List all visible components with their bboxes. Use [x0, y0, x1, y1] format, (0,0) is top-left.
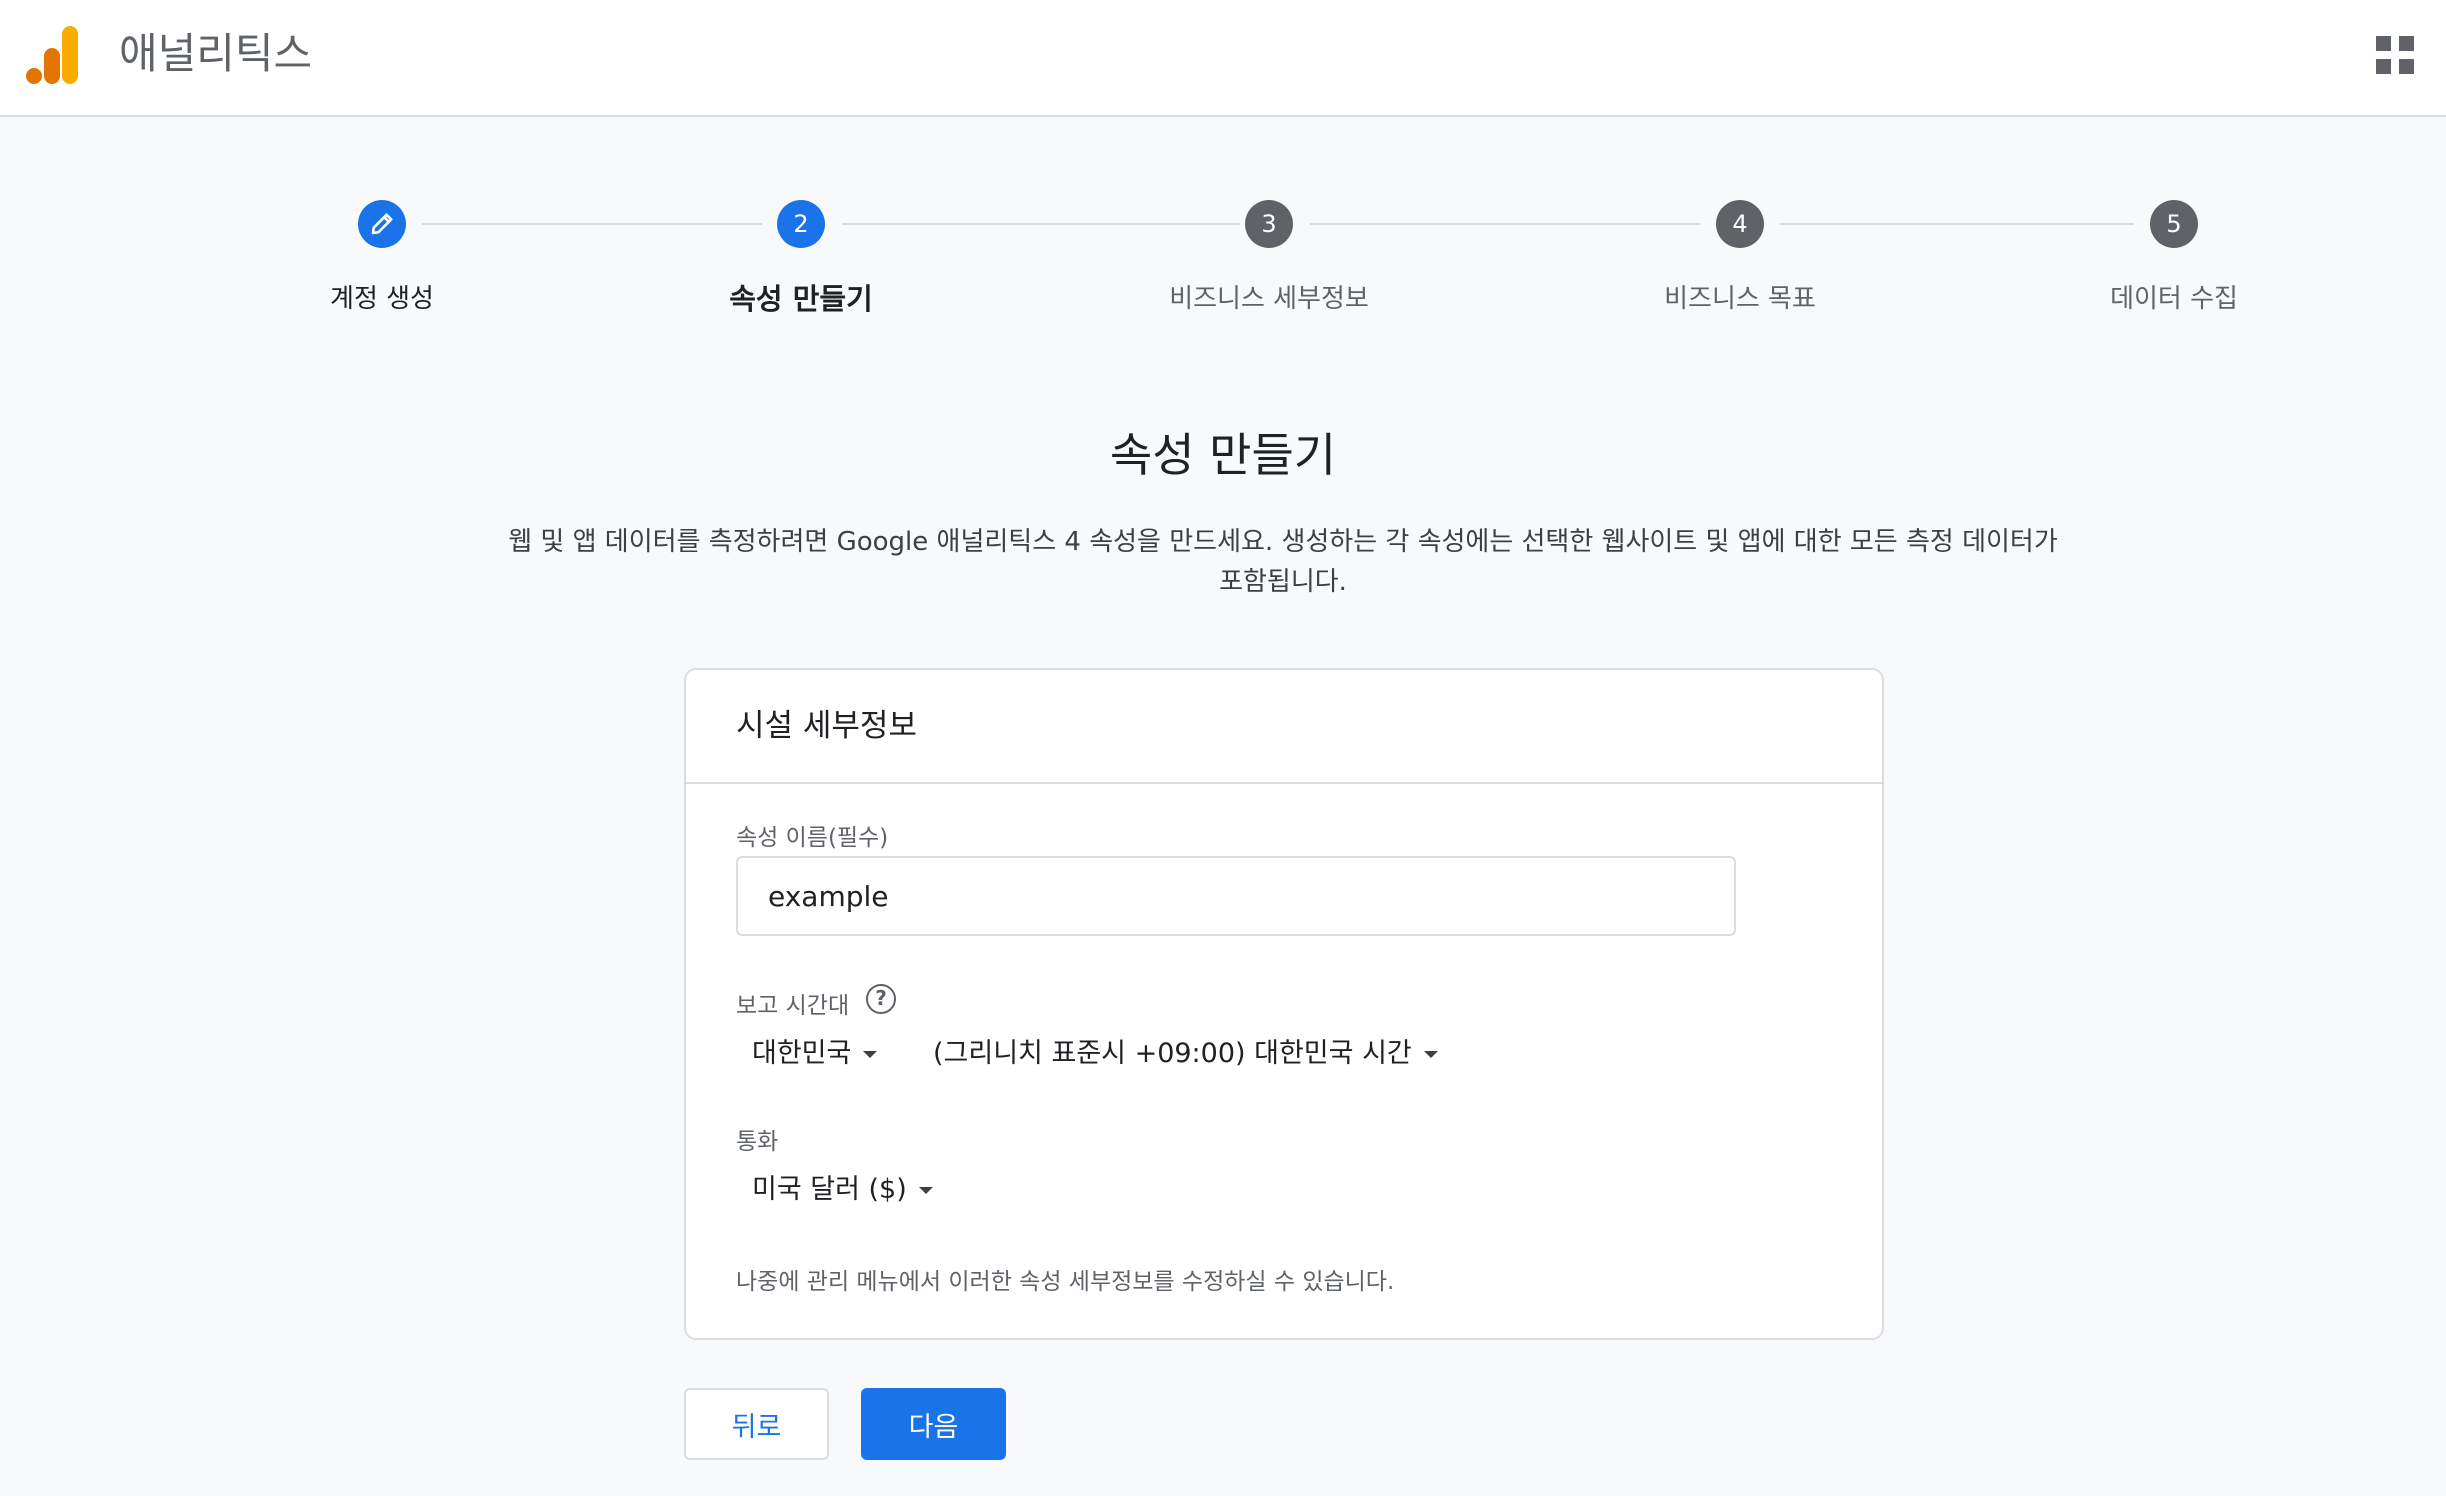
caret-down-icon — [1423, 1051, 1438, 1058]
top-app-bar: 애널리틱스 — [0, 0, 2446, 117]
property-name-label: 속성 이름(필수) — [736, 825, 889, 851]
page-title: 속성 만들기 — [1109, 428, 1337, 482]
step-4-label[interactable]: 비즈니스 목표 — [1664, 278, 1816, 315]
card-header: 시설 세부정보 — [686, 670, 1882, 784]
step-connector — [1310, 223, 1700, 225]
currency-label: 통화 — [736, 1129, 779, 1155]
step-connector — [1780, 223, 2134, 225]
description-line-2: 포함됩니다. — [1219, 567, 1347, 597]
apps-grid-icon[interactable] — [2376, 36, 2414, 74]
caret-down-icon — [863, 1051, 878, 1058]
country-value: 대한민국 — [752, 1038, 852, 1069]
edit-later-note: 나중에 관리 메뉴에서 이러한 속성 세부정보를 수정하실 수 있습니다. — [736, 1269, 1395, 1295]
country-dropdown[interactable]: 대한민국 — [752, 1034, 878, 1074]
analytics-logo-icon[interactable] — [26, 26, 82, 84]
help-icon[interactable]: ? — [866, 984, 896, 1014]
next-button[interactable]: 다음 — [861, 1388, 1006, 1460]
step-connector — [842, 223, 1240, 225]
progress-stepper: 2 3 4 5 계정 생성 속성 만들기 비즈니스 세부정보 비즈니스 목표 데… — [0, 190, 2446, 330]
timezone-label: 보고 시간대 — [736, 993, 850, 1019]
pencil-icon — [371, 213, 393, 235]
caret-down-icon — [918, 1187, 933, 1194]
property-name-input[interactable] — [736, 856, 1736, 936]
step-1-pencil-icon[interactable] — [358, 200, 406, 248]
app-title: 애널리틱스 — [119, 29, 313, 78]
timezone-dropdown[interactable]: (그리니치 표준시 +09:00) 대한민국 시간 — [933, 1034, 1438, 1074]
currency-value: 미국 달러 ($) — [752, 1174, 907, 1205]
currency-dropdown[interactable]: 미국 달러 ($) — [752, 1170, 933, 1210]
back-button[interactable]: 뒤로 — [684, 1388, 829, 1460]
page-description: 웹 및 앱 데이터를 측정하려면 Google 애널리틱스 4 속성을 만드세요… — [470, 522, 2096, 602]
step-3-circle[interactable]: 3 — [1245, 200, 1293, 248]
step-4-circle[interactable]: 4 — [1716, 200, 1764, 248]
step-2-label[interactable]: 속성 만들기 — [729, 276, 873, 318]
timezone-value: (그리니치 표준시 +09:00) 대한민국 시간 — [933, 1038, 1412, 1069]
property-details-card: 시설 세부정보 속성 이름(필수) 보고 시간대 ? 대한민국 (그리니치 표준… — [684, 668, 1884, 1340]
step-5-label[interactable]: 데이터 수집 — [2110, 278, 2238, 315]
step-connector — [422, 223, 762, 225]
step-2-circle[interactable]: 2 — [777, 200, 825, 248]
step-3-label[interactable]: 비즈니스 세부정보 — [1169, 278, 1369, 315]
description-line-1: 웹 및 앱 데이터를 측정하려면 Google 애널리틱스 4 속성을 만드세요… — [508, 527, 2058, 557]
step-5-circle[interactable]: 5 — [2150, 200, 2198, 248]
step-1-label[interactable]: 계정 생성 — [330, 278, 434, 315]
